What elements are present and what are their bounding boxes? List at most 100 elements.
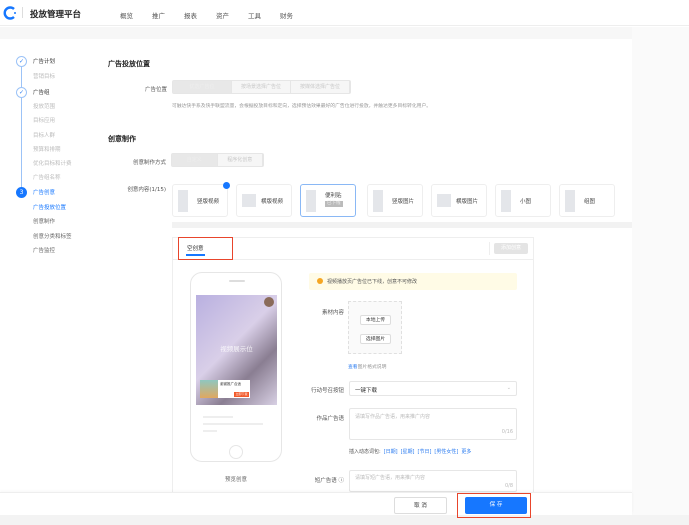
creative-type-card[interactable]: 竖版视频: [172, 182, 230, 217]
video-placeholder-text: 视频展示位: [220, 345, 253, 353]
home-button: [229, 445, 243, 459]
sidebar-item[interactable]: 广告计划: [33, 57, 55, 65]
format-text: 图片格式说明: [357, 365, 387, 370]
placement-segmented: 优选广告位 按场景选择广告位 按媒体选择广告位: [172, 80, 351, 94]
sidebar-item[interactable]: 广告监控: [33, 246, 55, 254]
add-creative-button[interactable]: 添加创意: [494, 243, 528, 254]
nav-item[interactable]: 资产: [216, 10, 229, 20]
sidebar-item[interactable]: 创意制作: [33, 217, 55, 225]
creative-type-card[interactable]: 横版视频: [236, 184, 292, 217]
placeholder-line: [203, 430, 217, 432]
badge-dot: [223, 182, 230, 189]
creative-type-card[interactable]: 小图: [495, 184, 551, 217]
creative-type-card[interactable]: 便利贴 已下线: [300, 184, 356, 217]
card-label: 竖版视频: [197, 199, 220, 205]
alert-text: 视频播放页广告位已下线，创意不可修改: [327, 279, 418, 285]
choose-image-button[interactable]: 选择图片: [360, 334, 391, 344]
card-thumbnail-icon: [501, 190, 511, 212]
cancel-button[interactable]: 取 消: [394, 497, 447, 514]
ad-card-image: [200, 380, 218, 398]
slogan-textarea[interactable]: 请填写作品广告语，用来推广内容 0/16: [349, 408, 517, 440]
ad-card-title: 谢谢推广合适: [220, 382, 241, 386]
sidebar-item[interactable]: 目标人群: [33, 131, 55, 139]
placement-help: 可触达快手系及快手联盟流量，会根据投放目标和定向，选择预估效果最好的广告位进行投…: [172, 104, 432, 109]
card-label: 便利贴: [325, 193, 342, 199]
sidebar-item[interactable]: 广告创意: [33, 188, 55, 196]
phone-speaker: [229, 280, 245, 282]
nav-item[interactable]: 概览: [120, 10, 133, 20]
video-area: 视频展示位 谢谢推广合适 立即下载: [196, 295, 277, 405]
divider: [489, 242, 490, 255]
right-gutter: [632, 27, 689, 525]
slogan-label: 作品广告语: [316, 416, 344, 422]
warning-icon: [317, 278, 323, 284]
footer-bar: [0, 492, 632, 515]
placement-option[interactable]: 按媒体选择广告位: [291, 81, 350, 93]
creative-mode-option[interactable]: 程序化创意: [218, 154, 263, 166]
short-slogan-label: 短广告语 ⓘ: [314, 478, 344, 484]
logo-icon: [3, 6, 16, 20]
avatar: [264, 297, 274, 307]
nav-item[interactable]: 财务: [280, 10, 293, 20]
card-label: 横版视频: [261, 199, 284, 205]
chevron-down-icon: ⌄: [506, 385, 511, 391]
creative-type-card[interactable]: 组图: [559, 184, 615, 217]
dynamic-word-link[interactable]: 更多: [461, 449, 471, 455]
short-slogan-textarea[interactable]: 请填写短广告语，用来推广内容 0/8: [349, 470, 517, 492]
dynamic-word-link[interactable]: [节日]: [418, 449, 432, 455]
highlight-tab-box: [178, 237, 233, 260]
nav-item[interactable]: 报表: [184, 10, 197, 20]
cta-select[interactable]: 一键下载 ⌄: [349, 381, 517, 396]
placement-option[interactable]: 按场景选择广告位: [232, 81, 291, 93]
nav-item[interactable]: 工具: [248, 10, 261, 20]
slogan-placeholder: 请填写作品广告语，用来推广内容: [355, 414, 431, 420]
placement-label: 广告位置: [144, 87, 167, 93]
creative-type-card[interactable]: 横版图片: [431, 184, 487, 217]
slogan-count: 0/16: [501, 429, 513, 435]
card-label: 竖版图片: [392, 199, 415, 205]
dynamic-word-link[interactable]: [男性女性]: [434, 449, 458, 455]
sidebar-item[interactable]: 广告组名称: [33, 173, 61, 181]
nav-item[interactable]: 推广: [152, 10, 165, 20]
creative-type-card[interactable]: 竖版图片: [367, 184, 423, 217]
offline-alert: 视频播放页广告位已下线，创意不可修改: [309, 273, 517, 290]
app-title: 投放管理平台: [30, 10, 82, 20]
short-slogan-count: 0/8: [504, 483, 513, 489]
card-thumbnail-icon: [242, 194, 256, 207]
step-check-icon: ✓: [16, 56, 27, 67]
step-number-icon: 3: [16, 187, 27, 198]
dynamic-word-link[interactable]: [星期]: [401, 449, 415, 455]
placement-option[interactable]: 优选广告位: [173, 81, 232, 93]
cta-label: 行动号召按钮: [310, 388, 344, 394]
placeholder-line: [203, 416, 233, 418]
sidebar-item[interactable]: 创意分类和标签: [33, 232, 72, 240]
format-link[interactable]: 查看: [348, 365, 358, 370]
sidebar-item[interactable]: 预算和排期: [33, 145, 61, 153]
header-band: [0, 27, 632, 39]
step-check-icon: ✓: [16, 87, 27, 98]
section-title-creative: 创意制作: [108, 135, 136, 143]
card-thumbnail-icon: [373, 190, 383, 212]
creative-content-label: 创意内容(1/15): [127, 187, 166, 193]
material-label: 素材内容: [321, 310, 344, 316]
sidebar-item[interactable]: 营销目标: [33, 72, 55, 80]
creative-mode-label: 创意制作方式: [132, 160, 166, 166]
card-label: 横版图片: [456, 199, 479, 205]
sidebar-item[interactable]: 广告组: [33, 88, 50, 96]
sidebar-item[interactable]: 目标应用: [33, 116, 55, 124]
ad-card: 谢谢推广合适 立即下载: [200, 380, 250, 398]
cards-scrollbar[interactable]: [172, 222, 632, 228]
dynamic-word-link[interactable]: [日期]: [384, 449, 398, 455]
card-thumbnail-icon: [178, 190, 188, 212]
short-slogan-placeholder: 请填写短广告语，用来推广内容: [355, 475, 426, 481]
local-upload-button[interactable]: 本地上传: [360, 315, 391, 325]
ad-card-cta: 立即下载: [234, 392, 249, 397]
card-label: 组图: [584, 199, 596, 205]
bottom-band: [0, 515, 689, 525]
sidebar-item[interactable]: 优化目标和计费: [33, 159, 72, 167]
sidebar-item[interactable]: 广告投放位置: [33, 203, 66, 211]
creative-mode-option[interactable]: 自定义: [172, 154, 218, 166]
sidebar-item[interactable]: 投放范围: [33, 102, 55, 110]
placeholder-line: [203, 423, 263, 425]
dynamic-words: 插入动态词包: [日期] [星期] [节日] [男性女性] 更多: [349, 448, 471, 455]
